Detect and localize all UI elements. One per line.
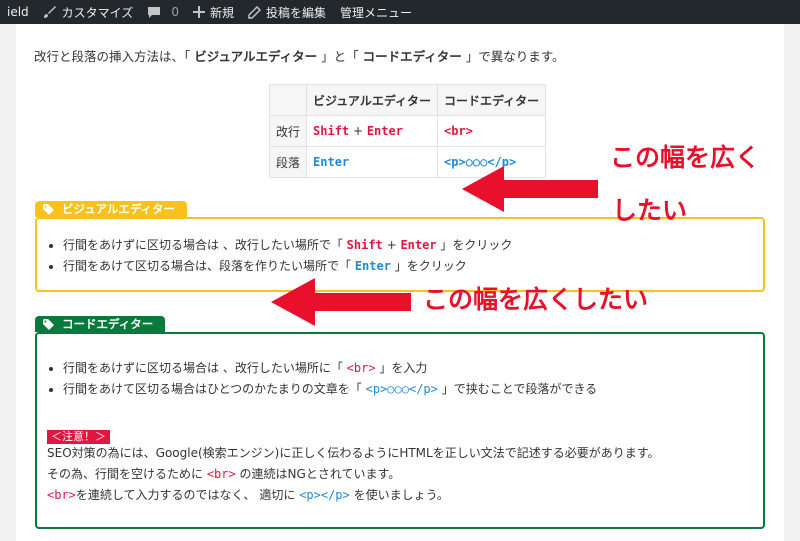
list-item: 行間をあけずに区切る場合は 、改行したい場所で「 Shift + Enter 」… [63,235,763,256]
list-text: 行間をあけて区切る場合は、段落を作りたい場所で「 [63,259,355,273]
comparison-table: ビジュアルエディター コードエディター 改行 Shift + Enter <br… [268,84,547,178]
site-name: ield [7,5,29,19]
intro-part: 」で異なります。 [461,49,565,64]
adminbar-customize[interactable]: カスタマイズ [36,0,141,24]
para-text: その為、行間を空けるために [47,467,207,481]
ng-line: その為、行間を空けるために <br> の連続はNGとされています。 [47,464,400,484]
key-enter: Enter [400,238,437,252]
advice-line: <br>を連続して入力するのではなく、 適切に <p></p> を使いましょう。 [47,485,449,505]
code-br: <br> [443,124,473,138]
list-item: 行間をあけずに区切る場合は 、改行したい場所に「 <br> 」を入力 [63,358,763,379]
code-br: <br> [47,488,76,502]
key-shift: Shift [346,238,383,252]
table-cell: Enter [306,146,438,178]
list-text: 」をクリック [390,259,467,273]
key-enter: Enter [313,155,350,169]
left-margin [0,24,16,541]
para-text: を使いましょう。 [349,488,449,502]
intro-part: 」と「 [317,49,363,64]
code-p: <p></p> [299,488,350,502]
adminbar-edit[interactable]: 投稿を編集 [241,0,333,24]
row-label: 段落 [268,146,308,178]
plus-sign: + [382,238,401,252]
key-enter: Enter [354,259,391,273]
annotation-bottom: この幅を広くしたい [423,285,649,314]
code-box: 行間をあけずに区切る場合は 、改行したい場所に「 <br> 」を入力 行間をあけ… [35,332,765,529]
tag-icon [43,318,54,330]
code-box-tab: コードエディター [35,316,166,332]
right-margin [784,24,800,541]
list-text: 」を入力 [375,361,428,375]
para-text: を連続して入力するのではなく、 適切に [75,488,300,502]
code-box-title: コードエディター [62,317,154,331]
list-text: 」で挟むことで段落ができる [437,382,598,396]
visual-list: 行間をあけずに区切る場合は 、改行したい場所で「 Shift + Enter 」… [37,235,763,277]
code-br: <br> [206,467,236,481]
adminbar-site[interactable]: ield [0,0,36,24]
table-header: コードエディター [436,84,547,116]
table-cell: Shift + Enter [306,115,438,147]
table-header: ビジュアルエディター [306,84,438,116]
comment-icon [148,7,161,18]
list-text: 」をクリック [436,238,513,252]
arrow-left-icon [271,278,411,326]
annotation-top-line2: したい [612,196,688,225]
para-text: の連続はNGとされています。 [235,467,401,481]
list-text: 行間をあけずに区切る場合は 、改行したい場所で「 [63,238,347,252]
code-br: <br> [346,361,376,375]
table-cell: <br> [436,115,547,147]
edit-label: 投稿を編集 [265,5,326,20]
adminbar-manage[interactable]: 管理メニュー [333,0,419,24]
annotation-top-line1: この幅を広く [610,143,761,172]
manage-label: 管理メニュー [339,5,412,20]
key-shift: Shift [313,124,350,138]
key-enter: Enter [366,124,403,138]
list-text: 行間をあけずに区切る場合は 、改行したい場所に「 [63,361,347,375]
list-text: 行間をあけて区切る場合はひとつのかたまりの文章を「 [63,382,366,396]
code-p: <p>○○○</p> [365,382,438,396]
visual-box-tab: ビジュアルエディター [35,201,188,217]
code-list: 行間をあけずに区切る場合は 、改行したい場所に「 <br> 」を入力 行間をあけ… [37,358,763,400]
para-text: SEO対策の為には、Google(検索エンジン)に正しく伝わるようにHTMLを正… [47,446,660,460]
comments-count: 0 [171,5,179,19]
pencil-icon [248,5,261,19]
adminbar-comments[interactable]: 0 [140,0,186,24]
visual-box-title: ビジュアルエディター [62,202,176,216]
intro-code: コードエディター [362,49,462,64]
adminbar-new[interactable]: 新規 [186,0,241,24]
plus-icon [192,6,205,18]
arrow-left-icon [462,166,598,212]
caution-badge: ＜注意！＞ [47,430,110,444]
seo-line: SEO対策の為には、Google(検索エンジン)に正しく伝わるようにHTMLを正… [47,443,660,463]
list-item: 行間をあけて区切る場合はひとつのかたまりの文章を「 <p>○○○</p> 」で挟… [63,379,763,400]
intro-part: 改行と段落の挿入方法は、「 [34,49,195,64]
admin-bar: ield カスタマイズ 0 新規 投稿を編集 管理メニュー [0,0,800,24]
customize-label: カスタマイズ [61,5,134,20]
intro-visual: ビジュアルエディター [194,49,318,64]
intro-text: 改行と段落の挿入方法は、「 ビジュアルエディター 」と「 コードエディター 」で… [34,46,564,65]
tag-icon [43,203,54,215]
table-header [268,84,308,116]
brush-icon [43,6,56,18]
new-label: 新規 [209,5,234,20]
list-item: 行間をあけて区切る場合は、段落を作りたい場所で「 Enter 」をクリック [63,256,763,277]
table-header-row: ビジュアルエディター コードエディター [268,84,547,116]
row-label: 改行 [268,115,308,147]
plus-sign: + [349,124,367,138]
table-row: 改行 Shift + Enter <br> [268,115,547,147]
